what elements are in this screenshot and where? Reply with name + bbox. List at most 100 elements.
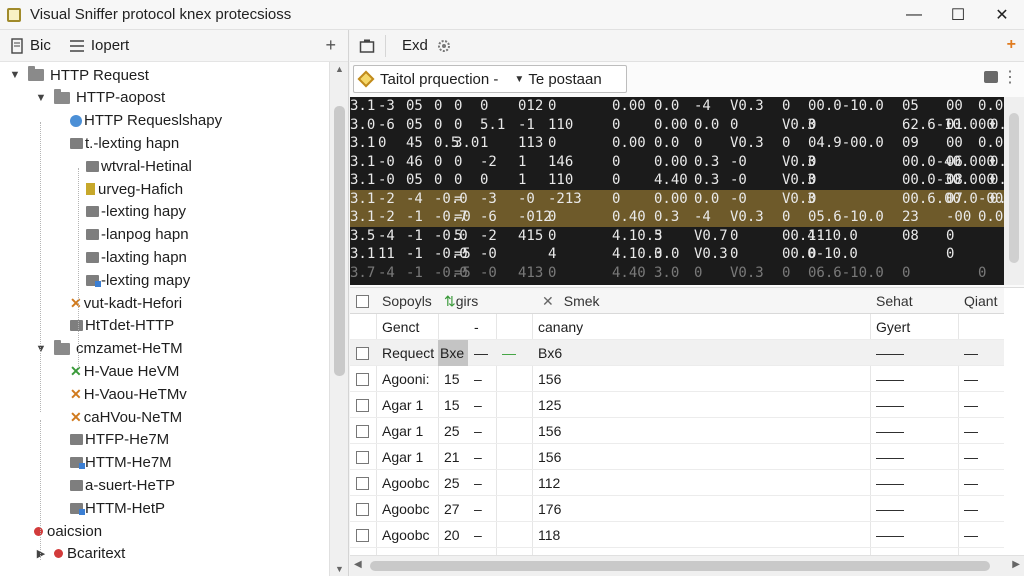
tree-item[interactable]: HTFP-He7M: [70, 429, 169, 451]
tree-item[interactable]: -lexting hapy: [86, 201, 186, 223]
packet-row[interactable]: 3.7 -4 -1 -0.0 =5 -0 413 0 4.40 3.0 0 V0.3 0 06.6-10.…: [350, 264, 1004, 283]
scroll-up-icon[interactable]: ▲: [330, 64, 349, 74]
checkbox-cell[interactable]: [350, 470, 376, 496]
tree-item[interactable]: ▶ Bcaritext: [34, 543, 126, 565]
checkbox[interactable]: [356, 502, 369, 516]
import-button[interactable]: Iopert: [69, 37, 129, 54]
packet-row[interactable]: 3.1 0 45 0.5 3.0 1 113 0 0.00 0.0 0 V0.3 0 04.9-00.0 0…: [350, 134, 1004, 153]
add-tab-icon[interactable]: +: [1007, 36, 1016, 54]
protocol-selector[interactable]: Taitol prquection -: [380, 71, 498, 88]
row-name: Agar 1: [382, 423, 424, 439]
filter-box[interactable]: Taitol prquection - ▼ Te postaan: [353, 65, 627, 93]
row-value: 21: [444, 449, 460, 465]
packet-row[interactable]: 3.1 -2 -4 -0.0 = -3 -0 -213 0 0.00 0.0 -0 V0.3 0 00.6.…: [350, 189, 1004, 208]
post-selector[interactable]: ▼ Te postaan: [514, 71, 601, 88]
chevron-down-icon[interactable]: ▼: [34, 343, 48, 355]
close-button[interactable]: ✕: [980, 0, 1024, 30]
horizontal-scrollbar[interactable]: ◀ ▶: [350, 555, 1024, 576]
column-header[interactable]: Sehat: [870, 288, 958, 314]
tree-item[interactable]: -laxting hapn: [86, 246, 187, 268]
tree-item[interactable]: ✕ caHVou-NeTM: [70, 406, 182, 428]
grid-row[interactable]: Agar 1 25–156 —— —: [350, 418, 1004, 444]
packet-scroll-thumb[interactable]: [1009, 113, 1019, 263]
capture-icon[interactable]: [359, 38, 375, 54]
packet-row[interactable]: 3.1 -0 05 0 0 0 1 110 0 4.40 0.3 -0 V0.3 0 00.0-30.0 08…: [350, 171, 1004, 190]
tree-item[interactable]: ▼ cmzamet-HeTM: [34, 338, 183, 360]
lock-icon[interactable]: [984, 71, 998, 83]
tree-item[interactable]: ▼ HTTP-aopost: [34, 87, 165, 109]
checkbox-cell[interactable]: [350, 366, 376, 392]
column-header[interactable]: Sopoyls: [376, 288, 438, 314]
tree-item[interactable]: urveg-Hafich: [86, 178, 183, 200]
checkbox[interactable]: [356, 476, 369, 490]
gear-icon[interactable]: [436, 38, 452, 54]
column-header[interactable]: ✕ Smek: [536, 288, 836, 314]
tree-item[interactable]: ✕ vut-kadt-Hefori: [70, 292, 182, 314]
grid-row[interactable]: Agar 1 15–125 —— —: [350, 392, 1004, 418]
checkbox[interactable]: [356, 450, 369, 464]
packet-row[interactable]: 3.5 -4 -1 -0.0 5 -2 415 0 4.10.3 5 V0.7 0 00.4-10.0 1…: [350, 227, 1004, 246]
grid-row[interactable]: Agooni: 15–156 —— —: [350, 366, 1004, 392]
row-value: 112: [538, 475, 561, 491]
header-checkbox-cell[interactable]: [350, 288, 376, 314]
checkbox-cell[interactable]: [350, 340, 376, 366]
chevron-down-icon[interactable]: ▼: [34, 92, 48, 104]
tree-scrollbar[interactable]: ▲ ▼: [329, 62, 348, 576]
chevron-down-icon[interactable]: ▼: [8, 69, 22, 81]
exec-button[interactable]: Exd: [402, 37, 428, 54]
tree-item[interactable]: t.-lexting hapn: [70, 132, 179, 154]
tree-item[interactable]: HTTM-He7M: [70, 452, 172, 474]
checkbox[interactable]: [356, 528, 369, 542]
column-header[interactable]: ⇅ girs: [438, 288, 496, 314]
packet-cell: -0.0: [434, 190, 468, 207]
checkbox-cell[interactable]: [350, 314, 376, 340]
horizontal-scroll-thumb[interactable]: [370, 561, 990, 571]
grid-row[interactable]: Agoobc 20–118 —— —: [350, 522, 1004, 548]
tree-item[interactable]: ✕ H-Vaou-HeTMv: [70, 383, 187, 405]
checkbox-cell[interactable]: [350, 444, 376, 470]
packet-row[interactable]: 3.0 -6 05 0 0 5.1 -1 110 0 0.00 0.0 0 V0.3 0 62.6-10.0…: [350, 116, 1004, 135]
packet-row[interactable]: 3.1 11 -1 -0.0 =5 -0 4 4.10.3.0 0 V0.3 0 00.0-10.0 0…: [350, 245, 1004, 264]
minimize-button[interactable]: —: [892, 0, 936, 30]
packet-row[interactable]: 3.1 -0 46 0 0 -2 1 146 0 0.00 0.3 -0 V0.3 0 00.0-40.0 0…: [350, 153, 1004, 172]
packet-scrollbar[interactable]: [1004, 97, 1024, 285]
tree-item[interactable]: ✕ H-Vaue HeVM: [70, 360, 179, 382]
packet-row[interactable]: 3.1 -3 05 0 0 0 012 0 0.00 0.0 -4 V0.3 0 00.0-10.0 05 0…: [350, 97, 1004, 116]
scroll-left-icon[interactable]: ◀: [354, 559, 362, 570]
checkbox-cell[interactable]: [350, 392, 376, 418]
tree-item[interactable]: HtTdet-HTTP: [70, 315, 174, 337]
more-icon[interactable]: ⋮: [1002, 67, 1018, 87]
checkbox[interactable]: [356, 372, 369, 386]
checkbox-cell[interactable]: [350, 496, 376, 522]
grid-row[interactable]: Agoobc 27–176 —— —: [350, 496, 1004, 522]
checkbox[interactable]: [356, 424, 369, 438]
packet-cell: 0: [378, 135, 387, 152]
checkbox-cell[interactable]: [350, 522, 376, 548]
scroll-right-icon[interactable]: ▶: [1012, 559, 1020, 570]
packet-row[interactable]: 3.1 -2 -1 -0.7 =0 -6 -012 0 0.40 0.3 -4 V0.3 0 05.6-1…: [350, 208, 1004, 227]
grid-row[interactable]: Genct - canany Gyert: [350, 314, 1004, 340]
tree-item[interactable]: -lanpog hapn: [86, 224, 189, 246]
tree-item[interactable]: HTTM-HetP: [70, 497, 165, 519]
add-icon[interactable]: +: [325, 35, 336, 56]
tree-item[interactable]: oaicsion: [34, 520, 102, 542]
checkbox[interactable]: [356, 294, 369, 308]
checkbox-cell[interactable]: [350, 418, 376, 444]
tree-scroll-thumb[interactable]: [334, 106, 345, 376]
scroll-down-icon[interactable]: ▼: [330, 564, 349, 574]
tree-item[interactable]: ▼ HTTP Request: [8, 64, 149, 86]
tree-item[interactable]: HTTP Requeslshapy: [70, 110, 222, 132]
checkbox[interactable]: [356, 346, 369, 360]
grid-row[interactable]: Agoobc 25–112 —— —: [350, 470, 1004, 496]
grid-row[interactable]: Agar 1 21–156 —— —: [350, 444, 1004, 470]
chevron-right-icon[interactable]: ▶: [34, 547, 48, 560]
bic-button[interactable]: Bic: [10, 37, 51, 54]
tree-item[interactable]: a-suert-HeTP: [70, 474, 175, 496]
column-header[interactable]: Qiant: [958, 288, 1004, 314]
checkbox[interactable]: [356, 398, 369, 412]
tree-item[interactable]: wtvral-Hetinal: [86, 155, 192, 177]
list-icon: [69, 39, 84, 52]
grid-row[interactable]: Requect Bxe — — Bx6 —— —: [350, 340, 1004, 366]
maximize-button[interactable]: ☐: [936, 0, 980, 30]
tree-item[interactable]: -lexting mapy: [86, 269, 190, 291]
